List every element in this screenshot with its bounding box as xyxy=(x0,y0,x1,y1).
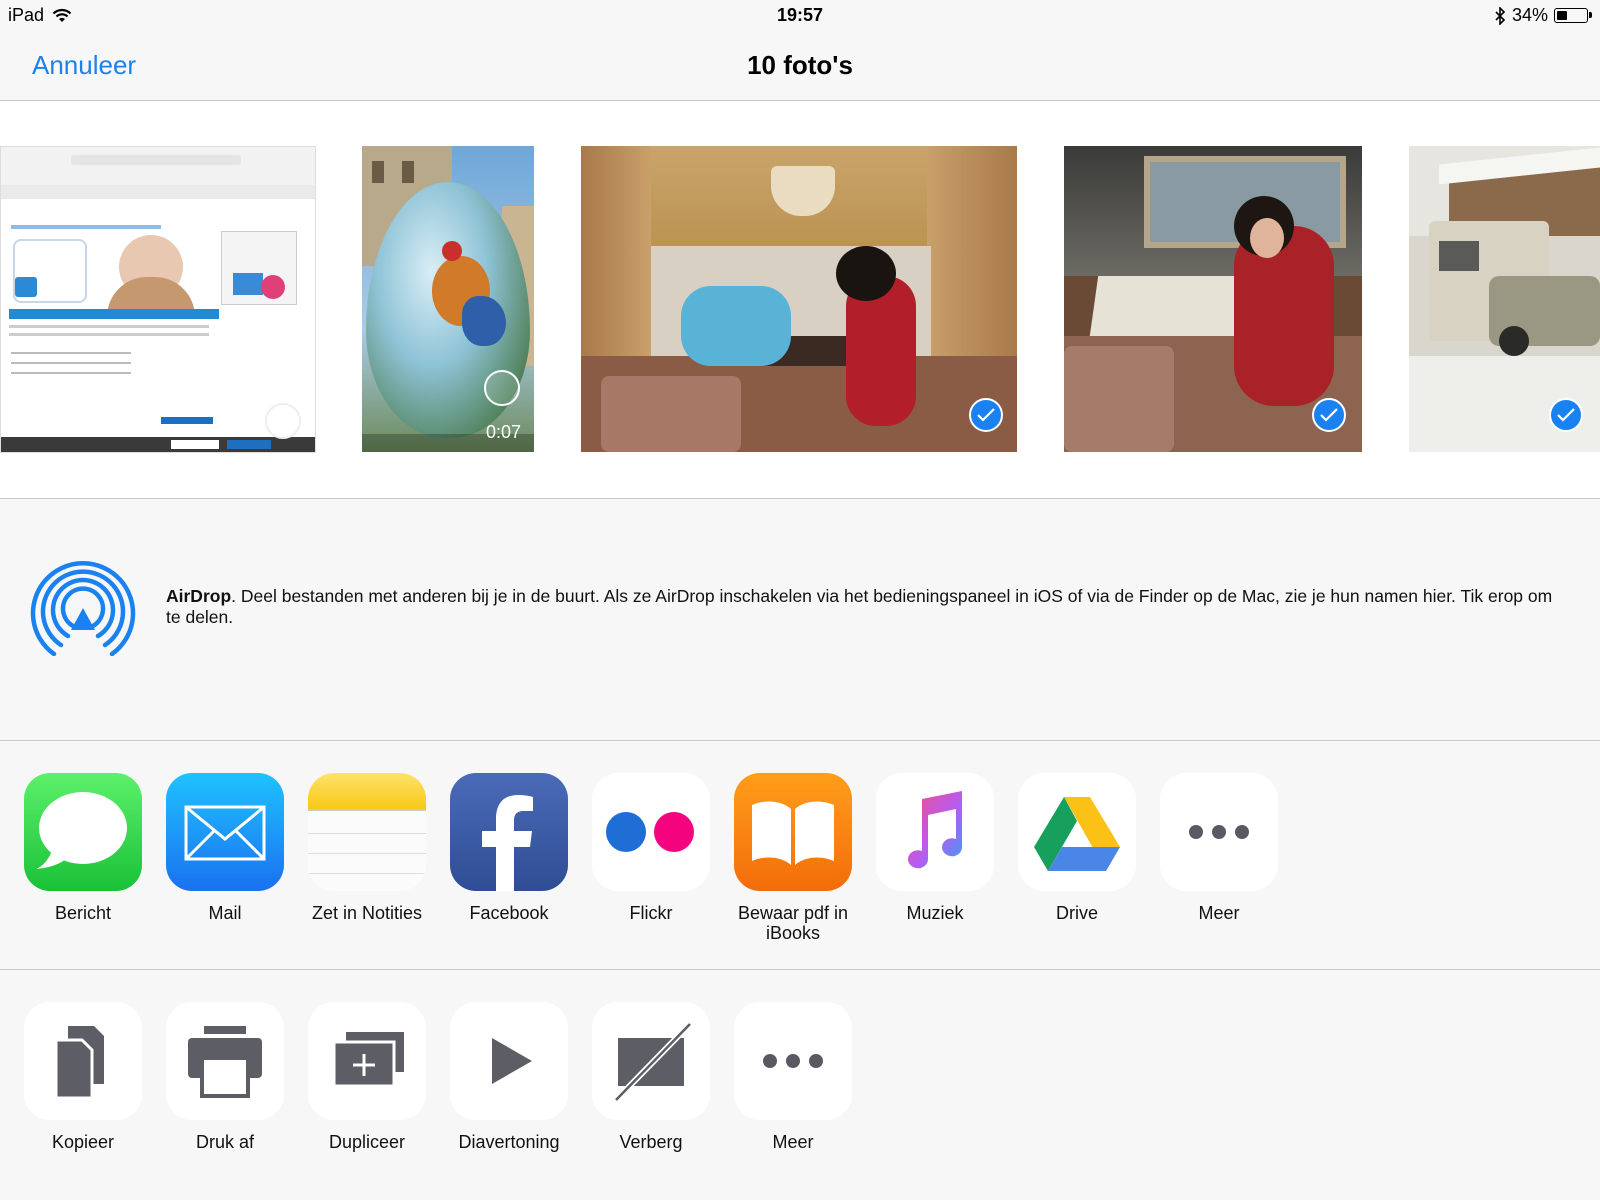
status-right: 34% xyxy=(1494,5,1592,26)
print-icon xyxy=(166,1002,284,1120)
selected-checkmark[interactable] xyxy=(969,398,1003,432)
airdrop-title: AirDrop xyxy=(166,586,232,606)
bluetooth-icon xyxy=(1495,6,1506,25)
mail-icon xyxy=(166,773,284,891)
drive-icon xyxy=(1018,773,1136,891)
action-label: Verberg xyxy=(619,1132,683,1152)
music-icon xyxy=(876,773,994,891)
flickr-icon xyxy=(592,773,710,891)
ibooks-icon xyxy=(734,773,852,891)
battery-percent: 34% xyxy=(1511,5,1548,25)
share-app-label: Mail xyxy=(208,903,242,923)
share-app-more[interactable]: Meer xyxy=(1148,773,1290,923)
share-app-label: Bericht xyxy=(54,903,112,923)
share-apps-row: Bericht Mail Zet in Notities Facebook Fl… xyxy=(0,741,1600,970)
photo-strip[interactable]: 0:07 xyxy=(0,101,1600,499)
share-app-ibooks[interactable]: Bewaar pdf in iBooks xyxy=(722,773,864,943)
share-app-label: Drive xyxy=(1055,903,1098,923)
action-label: Diavertoning xyxy=(458,1132,560,1152)
selected-checkmark[interactable] xyxy=(1549,398,1583,432)
share-app-music[interactable]: Muziek xyxy=(864,773,1006,923)
share-app-label: Bewaar pdf in iBooks xyxy=(737,903,849,943)
duplicate-icon xyxy=(308,1002,426,1120)
action-slideshow[interactable]: Diavertoning xyxy=(438,1002,580,1152)
status-bar: iPad 19:57 34% xyxy=(0,0,1600,34)
share-app-messages[interactable]: Bericht xyxy=(12,773,154,923)
more-icon xyxy=(1160,773,1278,891)
action-copy[interactable]: Kopieer xyxy=(12,1002,154,1152)
share-app-flickr[interactable]: Flickr xyxy=(580,773,722,923)
selected-checkmark[interactable] xyxy=(1312,398,1346,432)
airdrop-icon[interactable] xyxy=(30,556,136,661)
nav-bar: Annuleer 10 foto's xyxy=(0,34,1600,101)
photo-thumbnail[interactable] xyxy=(1064,146,1362,452)
action-label: Kopieer xyxy=(51,1132,115,1152)
battery-icon xyxy=(1554,8,1592,23)
action-label: Meer xyxy=(772,1132,814,1152)
slideshow-icon xyxy=(450,1002,568,1120)
checkmark-icon xyxy=(977,408,995,422)
video-thumbnail[interactable]: 0:07 xyxy=(362,146,534,452)
video-duration: 0:07 xyxy=(486,422,522,442)
share-app-label: Zet in Notities xyxy=(311,903,423,923)
airdrop-body: . Deel bestanden met anderen bij je in d… xyxy=(166,586,1553,627)
action-label: Druk af xyxy=(195,1132,255,1152)
selection-circle[interactable] xyxy=(265,403,301,439)
actions-row: Kopieer Druk af Dupliceer Diavertoning V… xyxy=(0,970,1600,1200)
action-label: Dupliceer xyxy=(328,1132,406,1152)
action-print[interactable]: Druk af xyxy=(154,1002,296,1152)
share-app-mail[interactable]: Mail xyxy=(154,773,296,923)
notes-icon xyxy=(308,773,426,891)
page-title: 10 foto's xyxy=(747,50,853,80)
selection-circle[interactable] xyxy=(484,370,520,406)
photo-thumbnail[interactable] xyxy=(1409,146,1600,452)
copy-icon xyxy=(24,1002,142,1120)
clock: 19:57 xyxy=(776,5,824,25)
share-app-label: Muziek xyxy=(906,903,964,923)
share-app-facebook[interactable]: Facebook xyxy=(438,773,580,923)
airdrop-description: AirDrop. Deel bestanden met anderen bij … xyxy=(166,586,1566,628)
hide-icon xyxy=(592,1002,710,1120)
facebook-icon xyxy=(450,773,568,891)
action-hide[interactable]: Verberg xyxy=(580,1002,722,1152)
action-duplicate[interactable]: Dupliceer xyxy=(296,1002,438,1152)
share-app-label: Flickr xyxy=(629,903,673,923)
more-icon xyxy=(734,1002,852,1120)
checkmark-icon xyxy=(1557,408,1575,422)
share-app-notes[interactable]: Zet in Notities xyxy=(296,773,438,923)
share-app-drive[interactable]: Drive xyxy=(1006,773,1148,923)
share-app-label: Facebook xyxy=(469,903,549,923)
messages-icon xyxy=(24,773,142,891)
checkmark-icon xyxy=(1320,408,1338,422)
photo-thumbnail-screenshot[interactable] xyxy=(0,146,316,453)
photo-thumbnail[interactable] xyxy=(581,146,1017,452)
action-more[interactable]: Meer xyxy=(722,1002,864,1152)
share-app-label: Meer xyxy=(1198,903,1240,923)
